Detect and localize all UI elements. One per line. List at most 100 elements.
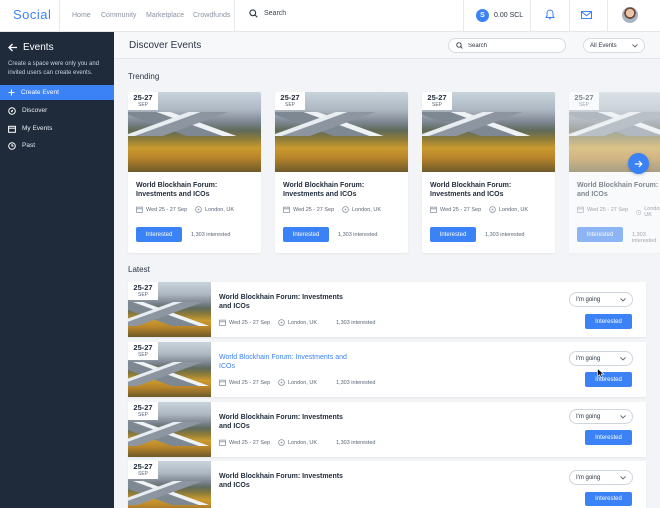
divider <box>569 0 570 32</box>
sidebar-title-text: Events <box>23 42 54 53</box>
trending-card[interactable]: 25-27 SEP World Blockhain Forum: Investm… <box>128 92 261 253</box>
interested-count: 1,303 interested <box>191 232 231 238</box>
trending-card[interactable]: 25-27 SEP World Blockhain Forum: Investm… <box>422 92 555 253</box>
going-select-value: I'm going <box>576 474 601 481</box>
trending-card[interactable]: 25-27 SEP World Blockhain Forum: Investm… <box>275 92 408 253</box>
date-badge: 25-27 SEP <box>128 402 158 420</box>
interested-button[interactable]: Interested <box>577 227 623 242</box>
divider <box>59 0 60 32</box>
carousel-next-button[interactable] <box>628 153 649 174</box>
event-dates-text: Wed 25 - 27 Sep <box>587 206 629 213</box>
date-badge: 25-27 SEP <box>128 92 158 110</box>
mouse-cursor-icon <box>597 368 605 379</box>
event-location-text: London, UK <box>288 379 318 386</box>
event-title[interactable]: World Blockhain Forum: Investments and I… <box>219 353 349 371</box>
chevron-down-icon <box>620 356 626 361</box>
brand-logo[interactable]: Social <box>13 7 51 22</box>
nav-home[interactable]: Home <box>72 12 91 19</box>
sidebar-item-my-events[interactable]: My Events <box>0 121 114 136</box>
date-month: SEP <box>431 102 442 108</box>
event-photo: 25-27 SEP <box>128 461 211 508</box>
event-title[interactable]: World Blockhain Forum: Investments and I… <box>136 181 258 199</box>
sidebar-item-discover[interactable]: Discover <box>0 103 114 118</box>
nav-crowdfunds[interactable]: Crowdfunds <box>193 12 230 19</box>
arrow-left-icon[interactable] <box>8 43 18 52</box>
event-title[interactable]: World Blockhain Forum: Investments and I… <box>219 472 349 490</box>
chevron-down-icon <box>620 475 626 480</box>
mail-icon[interactable] <box>581 11 592 19</box>
nav-marketplace[interactable]: Marketplace <box>146 12 184 19</box>
event-dates-text: Wed 25 - 27 Sep <box>229 439 271 446</box>
chevron-down-icon <box>632 43 638 48</box>
latest-event-row[interactable]: 25-27 SEP World Blockhain Forum: Investm… <box>128 282 646 337</box>
calendar-icon <box>136 206 143 213</box>
event-dates: Wed 25 - 27 Sep <box>219 319 270 326</box>
date-month: SEP <box>137 102 148 108</box>
bell-icon[interactable] <box>545 9 555 20</box>
event-dates-text: Wed 25 - 27 Sep <box>293 206 335 213</box>
interested-button[interactable]: Interested <box>585 430 632 445</box>
date-badge: 25-27 SEP <box>128 342 158 360</box>
interested-button[interactable]: Interested <box>430 227 476 242</box>
date-range: 25-27 <box>133 343 153 352</box>
event-dates-text: Wed 25 - 27 Sep <box>229 379 271 386</box>
event-dates: Wed 25 - 27 Sep <box>430 206 481 213</box>
sidebar-item-create-event[interactable]: Create Event <box>0 85 114 100</box>
event-title[interactable]: World Blockhain Forum: Investments and I… <box>577 181 660 199</box>
interested-button[interactable]: Interested <box>585 372 632 387</box>
event-title[interactable]: World Blockhain Forum: Investments and I… <box>430 181 552 199</box>
going-select[interactable]: I'm going <box>569 470 633 485</box>
event-dates: Wed 25 - 27 Sep <box>577 206 628 213</box>
event-photo: 25-27 SEP <box>275 92 408 172</box>
interested-button[interactable]: Interested <box>283 227 329 242</box>
going-select[interactable]: I'm going <box>569 292 633 307</box>
event-photo: 25-27 SEP <box>128 282 211 337</box>
trending-title: Trending <box>128 72 160 81</box>
sidebar: Events Create a space were only you and … <box>0 32 114 508</box>
event-location: London, UK <box>636 206 660 218</box>
event-photo: 25-27 SEP <box>128 92 261 172</box>
event-location: London, UK <box>342 206 381 213</box>
interested-count: 1,303 interested <box>336 380 376 386</box>
sidebar-title[interactable]: Events <box>8 42 54 53</box>
date-badge: 25-27 SEP <box>569 92 599 110</box>
event-title[interactable]: World Blockhain Forum: Investments and I… <box>283 181 405 199</box>
event-search[interactable] <box>448 38 566 53</box>
trending-card[interactable]: 25-27 SEP World Blockhain Forum: Investm… <box>569 92 660 253</box>
location-pin-icon <box>342 206 349 213</box>
event-location: London, UK <box>489 206 528 213</box>
nav-community[interactable]: Community <box>101 12 136 19</box>
interested-button[interactable]: Interested <box>136 227 182 242</box>
event-dates: Wed 25 - 27 Sep <box>219 439 270 446</box>
filter-select-value: All Events <box>590 42 617 49</box>
latest-event-row[interactable]: 25-27 SEP World Blockhain Forum: Investm… <box>128 461 646 508</box>
latest-event-row[interactable]: 25-27 SEP World Blockhain Forum: Investm… <box>128 402 646 457</box>
search-input[interactable] <box>468 42 558 49</box>
event-location: London, UK <box>278 319 317 326</box>
going-select-value: I'm going <box>576 296 601 303</box>
latest-event-row[interactable]: 25-27 SEP World Blockhain Forum: Investm… <box>128 342 646 397</box>
date-range: 25-27 <box>133 93 153 102</box>
chevron-down-icon <box>620 414 626 419</box>
going-select[interactable]: I'm going <box>569 409 633 424</box>
top-search[interactable]: Search <box>249 9 286 18</box>
wallet-amount: 0.00 SCL <box>494 12 524 19</box>
location-pin-icon <box>278 439 285 446</box>
interested-button[interactable]: Interested <box>585 492 632 506</box>
divider <box>607 0 608 32</box>
going-select-value: I'm going <box>576 355 601 362</box>
event-title[interactable]: World Blockhain Forum: Investments and I… <box>219 293 349 311</box>
filter-select[interactable]: All Events <box>583 38 645 53</box>
date-badge: 25-27 SEP <box>275 92 305 110</box>
going-select[interactable]: I'm going <box>569 351 633 366</box>
avatar[interactable] <box>622 7 638 23</box>
sidebar-item-past[interactable]: Past <box>0 138 114 153</box>
wallet-balance[interactable]: S 0.00 SCL <box>476 9 523 22</box>
event-location: London, UK <box>278 439 317 446</box>
event-location-text: London, UK <box>352 206 382 213</box>
event-title[interactable]: World Blockhain Forum: Investments and I… <box>219 413 349 431</box>
date-badge: 25-27 SEP <box>128 461 158 479</box>
interested-button[interactable]: Interested <box>585 314 632 329</box>
calendar-icon <box>430 206 437 213</box>
date-month: SEP <box>137 471 148 477</box>
